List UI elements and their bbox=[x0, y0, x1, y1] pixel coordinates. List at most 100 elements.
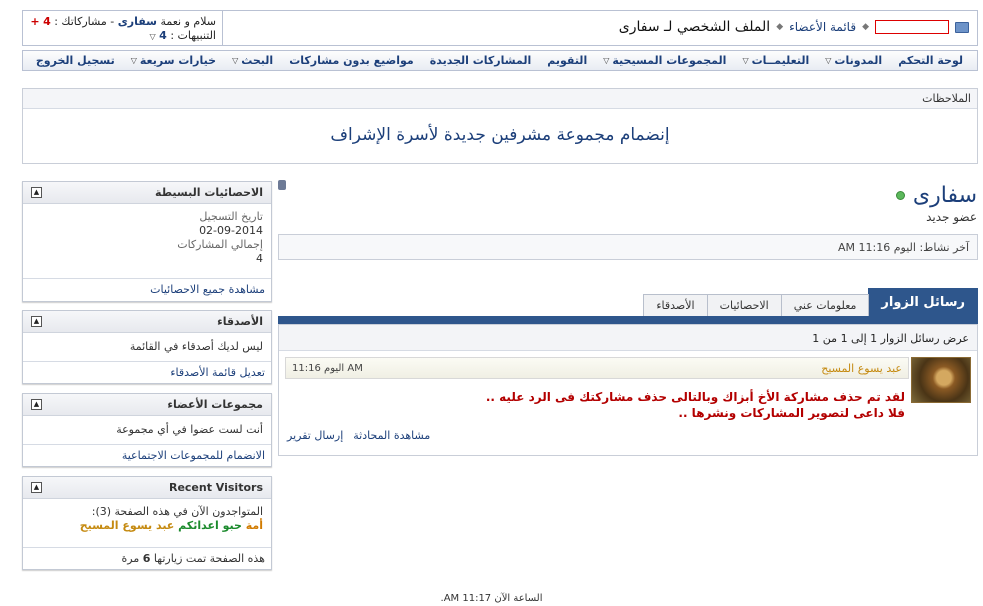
friends-text: ليس لديك أصدقاء في القائمة bbox=[129, 340, 263, 353]
notices-title: الملاحظات bbox=[23, 89, 977, 109]
groups-footer: الانضمام للمجموعات الاجتماعية bbox=[23, 444, 271, 466]
last-activity-label: آخر نشاط: bbox=[919, 241, 969, 254]
nav-bar: لوحة التحكم المدونات ▽ التعليمــات ▽ المجموعا… bbox=[22, 50, 978, 71]
posts-label: - مشاركاتك : bbox=[54, 15, 115, 28]
profile-rank: عضو جديد bbox=[926, 210, 977, 224]
last-activity-value: اليوم 11:16 AM bbox=[838, 241, 916, 254]
sidebar-visitors-block: ▲ Recent Visitors المتواجدون الآن في هذه… bbox=[22, 476, 272, 570]
nav-item-label: البحث bbox=[241, 54, 274, 67]
online-user-link[interactable]: أمة bbox=[246, 519, 263, 532]
tab[interactable]: الاحصائيات bbox=[706, 294, 782, 316]
chevron-down-icon[interactable]: ▽ bbox=[742, 56, 748, 65]
welcome-line: سلام و نعمة سفارى - مشاركاتك : 4 + bbox=[29, 15, 216, 29]
nav-item-label: تسجيل الخروج bbox=[35, 54, 115, 67]
stats-header: ▲ الاحصائيات البسيطة bbox=[23, 182, 271, 204]
friends-footer: تعديل قائمة الأصدقاء bbox=[23, 361, 271, 383]
online-user-link[interactable]: عبد يسوع المسيح bbox=[80, 519, 175, 532]
friends-header: ▲ الأصدقاء bbox=[23, 311, 271, 333]
message-line: لقد تم حذف مشاركة الأخ أبزاك وبالتالى حذ… bbox=[485, 390, 905, 404]
welcome-username-link[interactable]: سفارى bbox=[118, 15, 157, 28]
tab[interactable]: الأصدقاء bbox=[643, 294, 708, 316]
nav-item[interactable]: المشاركات الجديدة bbox=[422, 54, 540, 67]
collapse-icon[interactable]: ▲ bbox=[31, 482, 42, 493]
message-body: لقد تم حذف مشاركة الأخ أبزاك وبالتالى حذ… bbox=[345, 389, 905, 421]
message-time: اليوم 11:16 AM bbox=[292, 362, 363, 374]
chevron-down-icon[interactable]: ▽ bbox=[131, 56, 137, 65]
stats-footer: مشاهدة جميع الاحصائيات bbox=[23, 278, 271, 300]
page-views-footer: هذه الصفحة تمت زيارتها 6 مرة bbox=[23, 547, 271, 569]
groups-title: مجموعات الأعضاء bbox=[167, 398, 263, 411]
page-views-suffix: مرة bbox=[121, 552, 140, 565]
tab-underline bbox=[278, 316, 978, 324]
chevron-down-icon[interactable]: ▽ bbox=[603, 56, 609, 65]
view-conversation-link[interactable]: مشاهدة المحادثة bbox=[353, 429, 430, 442]
notifications-line[interactable]: التنبيهات : 4 ▽ bbox=[29, 29, 216, 44]
page-title: الملف الشخصي لـ سفارى bbox=[618, 19, 771, 35]
nav-item[interactable]: البحث ▽ bbox=[224, 54, 281, 67]
nav-item[interactable]: التعليمــات ▽ bbox=[734, 54, 817, 67]
tab[interactable]: رسائل الزوار bbox=[868, 288, 978, 316]
last-activity-bar: آخر نشاط: اليوم 11:16 AM bbox=[278, 234, 978, 260]
nav-item[interactable]: خيارات سريعة ▽ bbox=[123, 54, 224, 67]
nav-item[interactable]: التقويم bbox=[539, 54, 595, 67]
page-tools-icon[interactable] bbox=[278, 180, 286, 190]
profile-username: سفارى bbox=[912, 183, 977, 208]
edit-friends-link[interactable]: تعديل قائمة الأصدقاء bbox=[170, 366, 265, 379]
footer-time: الساعة الآن 11:17 AM. bbox=[440, 593, 543, 604]
message-line: فلا داعى لتصوير المشاركات ونشرها .. bbox=[678, 406, 905, 420]
total-posts-value: 4 bbox=[256, 252, 263, 265]
online-user-link[interactable]: حبو اعدائكم bbox=[178, 519, 242, 532]
nav-item[interactable]: لوحة التحكم bbox=[890, 54, 971, 67]
author-avatar[interactable] bbox=[911, 357, 971, 403]
nav-item[interactable]: المجموعات المسيحية ▽ bbox=[595, 54, 734, 67]
chevron-down-icon[interactable]: ▽ bbox=[232, 56, 238, 65]
nav-item-label: التقويم bbox=[547, 54, 588, 67]
nav-item[interactable]: مواضيع بدون مشاركات bbox=[281, 54, 422, 67]
join-date-value: 02-09-2014 bbox=[199, 224, 263, 237]
profile-name: سفارى bbox=[895, 183, 977, 208]
top-bar: سلام و نعمة سفارى - مشاركاتك : 4 + التنب… bbox=[22, 10, 978, 46]
sidebar-friends-block: ▲ الأصدقاء ليس لديك أصدقاء في القائمة تع… bbox=[22, 310, 272, 384]
nav-item-label: المدونات bbox=[834, 54, 883, 67]
chevron-down-icon[interactable]: ▽ bbox=[150, 32, 156, 41]
stats-body: تاريخ التسجيل 02-09-2014 إجمالي المشاركا… bbox=[23, 204, 271, 278]
nav-item[interactable]: تسجيل الخروج bbox=[28, 54, 123, 67]
breadcrumb-arrow-icon: ◆ bbox=[776, 22, 784, 32]
nav-item-label: خيارات سريعة bbox=[139, 54, 217, 67]
report-link[interactable]: إرسال تقرير bbox=[287, 429, 343, 442]
message-author-link[interactable]: عبد يسوع المسيح bbox=[821, 362, 902, 375]
nav-item[interactable]: المدونات ▽ bbox=[817, 54, 890, 67]
greeting-text: سلام و نعمة bbox=[160, 15, 216, 28]
notifications-label: التنبيهات : bbox=[170, 29, 216, 42]
profile-tabs: رسائل الزوار معلومات عني الاحصائيات الأصدقا… bbox=[278, 288, 978, 316]
sidebar-groups-block: ▲ مجموعات الأعضاء أنت لست عضوا في أي مجم… bbox=[22, 393, 272, 467]
message-actions: مشاهدة المحادثة إرسال تقرير bbox=[287, 429, 430, 442]
visitor-messages-header: عرض رسائل الزوار 1 إلى 1 من 1 bbox=[279, 325, 977, 351]
nav-item-label: لوحة التحكم bbox=[898, 54, 963, 67]
notifications-count[interactable]: 4 bbox=[159, 29, 167, 42]
stats-title: الاحصائيات البسيطة bbox=[155, 186, 263, 199]
page-views-count: 6 bbox=[142, 552, 151, 565]
visitors-title: Recent Visitors bbox=[168, 481, 263, 494]
collapse-icon[interactable]: ▲ bbox=[31, 316, 42, 327]
message-meta-bar: اليوم 11:16 AM عبد يسوع المسيح bbox=[285, 357, 909, 379]
collapse-icon[interactable]: ▲ bbox=[31, 187, 42, 198]
view-all-stats-link[interactable]: مشاهدة جميع الاحصائيات bbox=[150, 283, 265, 296]
page-views-prefix: هذه الصفحة تمت زيارتها bbox=[153, 552, 265, 565]
groups-text: أنت لست عضوا في أي مجموعة bbox=[116, 423, 263, 436]
friends-title: الأصدقاء bbox=[217, 315, 263, 328]
visitors-header: ▲ Recent Visitors bbox=[23, 477, 271, 499]
total-posts-label: إجمالي المشاركات bbox=[177, 238, 263, 251]
collapse-icon[interactable]: ▲ bbox=[31, 399, 42, 410]
posts-count[interactable]: 4 bbox=[43, 15, 51, 28]
forum-home-link[interactable] bbox=[875, 20, 949, 34]
nav-item-label: التعليمــات bbox=[751, 54, 810, 67]
join-date-label: تاريخ التسجيل bbox=[199, 210, 263, 223]
folder-icon[interactable] bbox=[955, 21, 969, 33]
nav-item-label: مواضيع بدون مشاركات bbox=[289, 54, 414, 67]
chevron-down-icon[interactable]: ▽ bbox=[825, 56, 831, 65]
breadcrumb-members-link[interactable]: قائمة الأعضاء bbox=[789, 20, 856, 34]
tab[interactable]: معلومات عني bbox=[780, 294, 870, 316]
join-groups-link[interactable]: الانضمام للمجموعات الاجتماعية bbox=[122, 449, 265, 462]
visitor-messages-panel: عرض رسائل الزوار 1 إلى 1 من 1 اليوم 11:1… bbox=[278, 324, 978, 456]
